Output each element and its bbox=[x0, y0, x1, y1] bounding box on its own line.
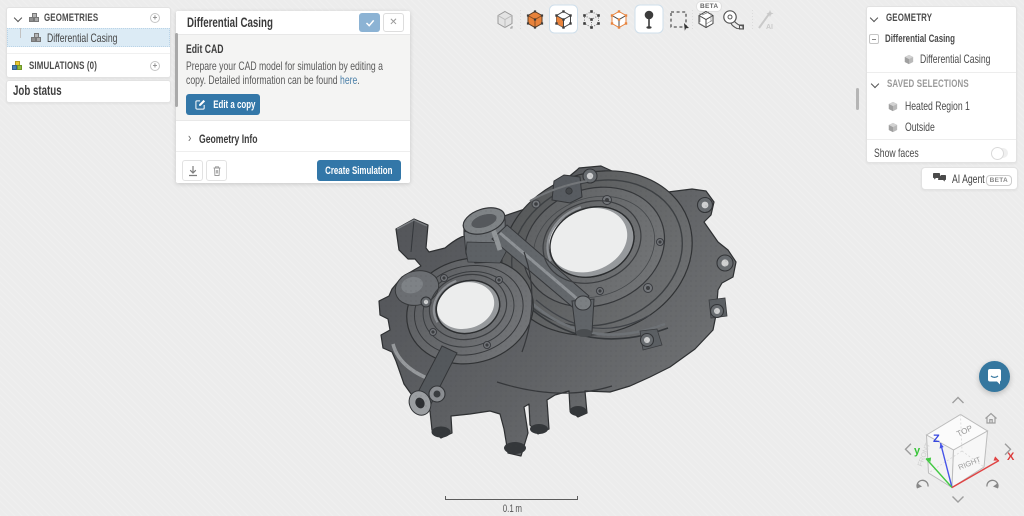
svg-text:y: y bbox=[914, 445, 921, 457]
svg-text:Z: Z bbox=[933, 433, 940, 445]
svg-text:AI: AI bbox=[766, 24, 773, 31]
svg-text:X: X bbox=[1007, 451, 1015, 463]
